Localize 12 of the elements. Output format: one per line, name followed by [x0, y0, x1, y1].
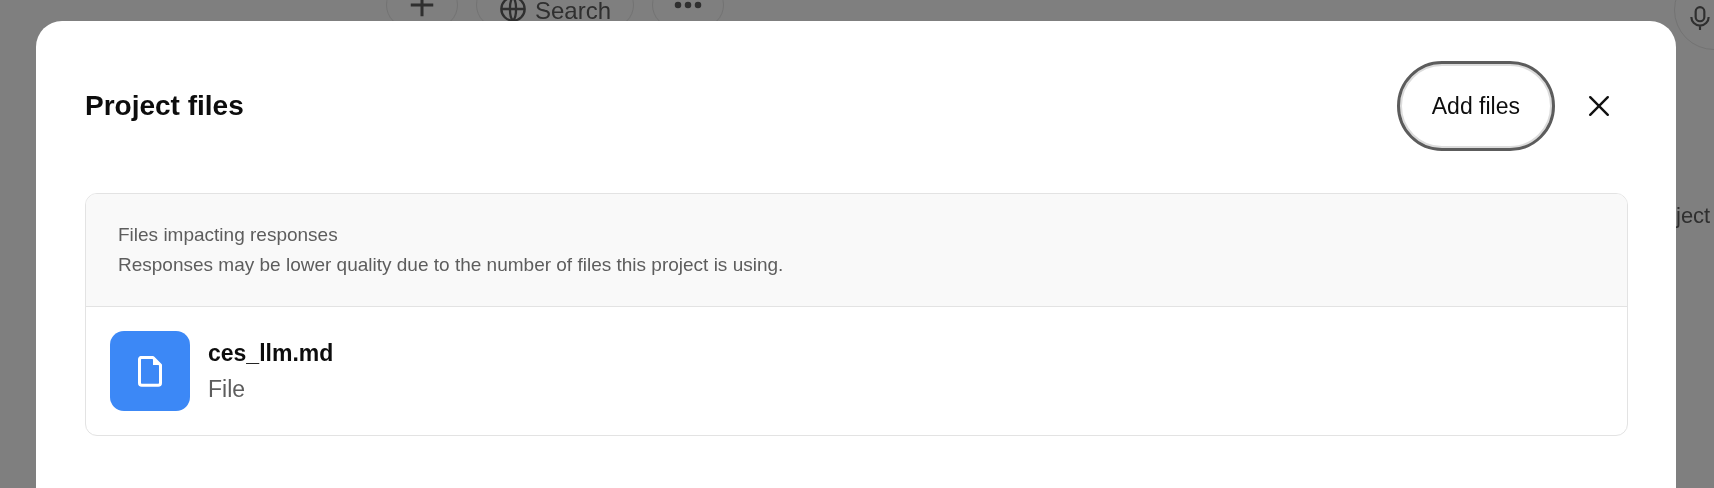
close-icon	[1588, 95, 1610, 117]
microphone-icon	[1687, 5, 1713, 31]
file-type: File	[208, 375, 247, 404]
more-icon	[673, 0, 704, 10]
file-icon	[110, 331, 190, 411]
notice-message: Responses may be lower quality due to the number of files this project is using.	[118, 253, 785, 277]
dialog-title: Project files	[85, 90, 244, 122]
background-text: ject	[1676, 203, 1711, 229]
file-name[interactable]: ces_llm.md	[208, 335, 334, 371]
notice-title: Files impacting responses	[118, 223, 339, 247]
add-files-button[interactable]: Add files	[1399, 64, 1552, 148]
globe-icon	[499, 0, 527, 23]
